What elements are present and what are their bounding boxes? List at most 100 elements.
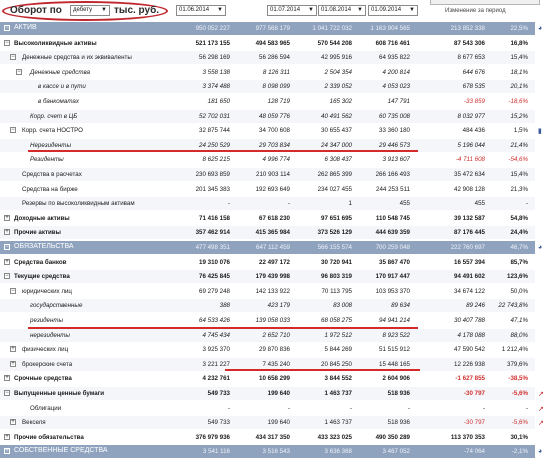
change-abs: 47 590 542 bbox=[454, 346, 485, 354]
table-row[interactable]: + Средства банков 19 310 076 22 497 172 30 7… bbox=[0, 255, 535, 269]
value-jul: 48 059 776 bbox=[259, 112, 290, 120]
table-row[interactable]: − Денежные средства и их эквиваленты 56 29… bbox=[0, 51, 535, 65]
row-label: ОБЯЗАТЕЛЬСТВА bbox=[14, 243, 74, 250]
value-sep: 15 448 165 bbox=[379, 360, 410, 368]
chevron-down-icon: ▼ bbox=[409, 7, 415, 13]
table-row[interactable]: − Корр. счета НОСТРО 32 875 744 34 700 608 3… bbox=[0, 124, 535, 138]
row-label: резиденты bbox=[30, 317, 64, 324]
table-row[interactable]: − Высоколиквидные активы 521 173 155 494 58… bbox=[0, 36, 535, 50]
pie-chart-icon[interactable]: ◕ bbox=[538, 244, 542, 251]
row-label: юридических лиц bbox=[22, 287, 72, 295]
date-select-3-value: 01.08.2014 bbox=[321, 7, 352, 13]
collapse-icon[interactable]: − bbox=[10, 287, 16, 294]
table-row[interactable]: − юридических лиц 69 279 248 142 133 922 70 … bbox=[0, 284, 535, 298]
value-jul: 29 703 834 bbox=[259, 141, 290, 149]
collapse-icon[interactable]: − bbox=[4, 273, 10, 280]
section-row[interactable]: − АКТИВ 950 052 227 977 568 179 1 041 722 03… bbox=[0, 22, 535, 35]
date-select-3[interactable]: 01.08.2014 ▼ bbox=[318, 5, 366, 16]
collapse-icon[interactable]: − bbox=[4, 25, 10, 31]
collapse-icon[interactable]: − bbox=[4, 244, 10, 250]
collapse-icon[interactable]: − bbox=[4, 39, 10, 46]
value-jul: 2 652 710 bbox=[262, 331, 290, 339]
expand-icon[interactable]: + bbox=[4, 214, 10, 221]
expand-icon[interactable]: + bbox=[4, 448, 10, 455]
expand-icon[interactable]: + bbox=[10, 346, 16, 353]
expand-icon[interactable]: + bbox=[4, 229, 10, 236]
mode-select[interactable]: дебету ▼ bbox=[70, 5, 110, 16]
value-jun: 230 693 859 bbox=[195, 171, 230, 178]
top-action-button[interactable] bbox=[430, 0, 540, 5]
table-row[interactable]: + физических лиц 3 925 370 29 870 836 5 844 … bbox=[0, 343, 535, 357]
expand-icon[interactable]: + bbox=[10, 419, 16, 426]
section-row[interactable]: − ОБЯЗАТЕЛЬСТВА 477 498 351 647 112 459 566 … bbox=[0, 241, 535, 254]
date-select-1[interactable]: 01.06.2014 ▼ bbox=[176, 5, 226, 16]
row-label: Векселя bbox=[22, 419, 46, 427]
trend-arrow-icon[interactable]: ↗ bbox=[538, 419, 544, 427]
collapse-icon[interactable]: − bbox=[10, 54, 16, 61]
expand-icon[interactable]: + bbox=[4, 433, 10, 440]
table-row[interactable]: + Векселя 549 733 199 640 1 463 737 518 936 -3… bbox=[0, 416, 535, 430]
change-pct: 1,5% bbox=[513, 127, 528, 135]
change-pct: -5,6% bbox=[511, 390, 528, 397]
date-select-2[interactable]: 01.07.2014 ▼ bbox=[267, 5, 317, 16]
value-aug: 96 803 319 bbox=[321, 273, 352, 281]
change-pct: -2,1% bbox=[511, 448, 528, 456]
table-row[interactable]: + Доходные активы 71 416 158 67 618 230 97 6… bbox=[0, 211, 535, 225]
value-sep: 94 941 214 bbox=[379, 317, 410, 324]
row-label: брокерские счета bbox=[22, 360, 73, 368]
value-aug: 2 339 052 bbox=[324, 83, 352, 91]
value-jun: 24 250 529 bbox=[199, 141, 230, 149]
change-abs: 4 178 088 bbox=[457, 331, 485, 339]
value-jul: 647 112 459 bbox=[256, 244, 290, 251]
expand-icon[interactable]: + bbox=[4, 258, 10, 265]
section-row[interactable]: + СОБСТВЕННЫЕ СРЕДСТВА 3 541 116 3 516 543 3… bbox=[0, 445, 535, 459]
collapse-icon[interactable]: − bbox=[10, 127, 16, 134]
change-pct: 30,1% bbox=[510, 433, 528, 441]
value-jul: 199 640 bbox=[267, 390, 290, 397]
trend-arrow-icon[interactable]: ↗ bbox=[538, 405, 544, 413]
pie-chart-icon[interactable]: ◕ bbox=[538, 448, 542, 455]
value-aug: 70 113 795 bbox=[321, 287, 352, 295]
value-jun: 357 462 914 bbox=[195, 229, 230, 237]
value-jun: 3 541 116 bbox=[202, 448, 230, 456]
bar-chart-icon[interactable]: ▮ bbox=[538, 127, 542, 135]
collapse-icon[interactable]: − bbox=[4, 390, 10, 396]
value-jun: 3 925 370 bbox=[202, 346, 230, 354]
value-jul: 128 719 bbox=[267, 98, 290, 105]
row-label: СОБСТВЕННЫЕ СРЕДСТВА bbox=[14, 447, 108, 455]
highlight-underline bbox=[28, 150, 418, 152]
change-pct: 15,2% bbox=[510, 112, 528, 120]
chevron-down-icon: ▼ bbox=[101, 7, 107, 13]
row-label: Текущие средства bbox=[14, 273, 70, 281]
value-aug: 433 323 025 bbox=[317, 433, 352, 441]
value-sep: 244 253 511 bbox=[376, 185, 410, 193]
change-abs: 87 176 445 bbox=[454, 229, 485, 237]
change-pct: 46,7% bbox=[510, 244, 528, 251]
table-row[interactable]: − Денежные средства 3 558 138 8 126 311 2 50… bbox=[0, 65, 535, 79]
change-abs: 5 196 044 bbox=[457, 141, 485, 149]
row-label: Доходные активы bbox=[14, 214, 70, 222]
table-row[interactable]: + Прочие активы 357 462 914 415 365 984 373 … bbox=[0, 226, 535, 240]
expand-icon[interactable]: + bbox=[4, 375, 10, 382]
pie-chart-icon[interactable]: ◕ bbox=[538, 25, 542, 32]
value-jul: 67 618 230 bbox=[259, 214, 290, 222]
highlight-underline bbox=[225, 369, 420, 371]
date-select-4[interactable]: 01.09.2014 ▼ bbox=[368, 5, 418, 16]
row-label: Средства в расчетах bbox=[22, 171, 82, 178]
table-row: Корр. счет в ЦБ 52 702 031 48 059 776 40 49… bbox=[0, 109, 535, 123]
value-aug: 570 544 208 bbox=[317, 39, 352, 47]
change-abs: 113 370 353 bbox=[450, 433, 485, 441]
value-jun: 8 625 215 bbox=[202, 156, 230, 164]
collapse-icon[interactable]: − bbox=[16, 68, 22, 75]
table-row[interactable]: + Прочие обязательства 376 979 936 434 317 … bbox=[0, 430, 535, 444]
expand-icon[interactable]: + bbox=[10, 360, 16, 367]
row-label: Облигации bbox=[30, 404, 62, 412]
table-row[interactable]: + Срочные средства 4 232 761 10 658 299 3 84… bbox=[0, 372, 535, 386]
change-pct: -54,6% bbox=[508, 156, 528, 164]
trend-arrow-icon[interactable]: ↗ bbox=[538, 390, 544, 398]
table-row[interactable]: − Выпущенные ценные бумаги 549 733 199 640 1… bbox=[0, 387, 535, 400]
table-row[interactable]: − Текущие средства 76 425 845 179 439 998 96… bbox=[0, 270, 535, 284]
row-label: Нерезиденты bbox=[30, 141, 72, 149]
value-jul: 415 365 984 bbox=[255, 229, 290, 237]
change-abs: 12 226 938 bbox=[454, 360, 485, 368]
